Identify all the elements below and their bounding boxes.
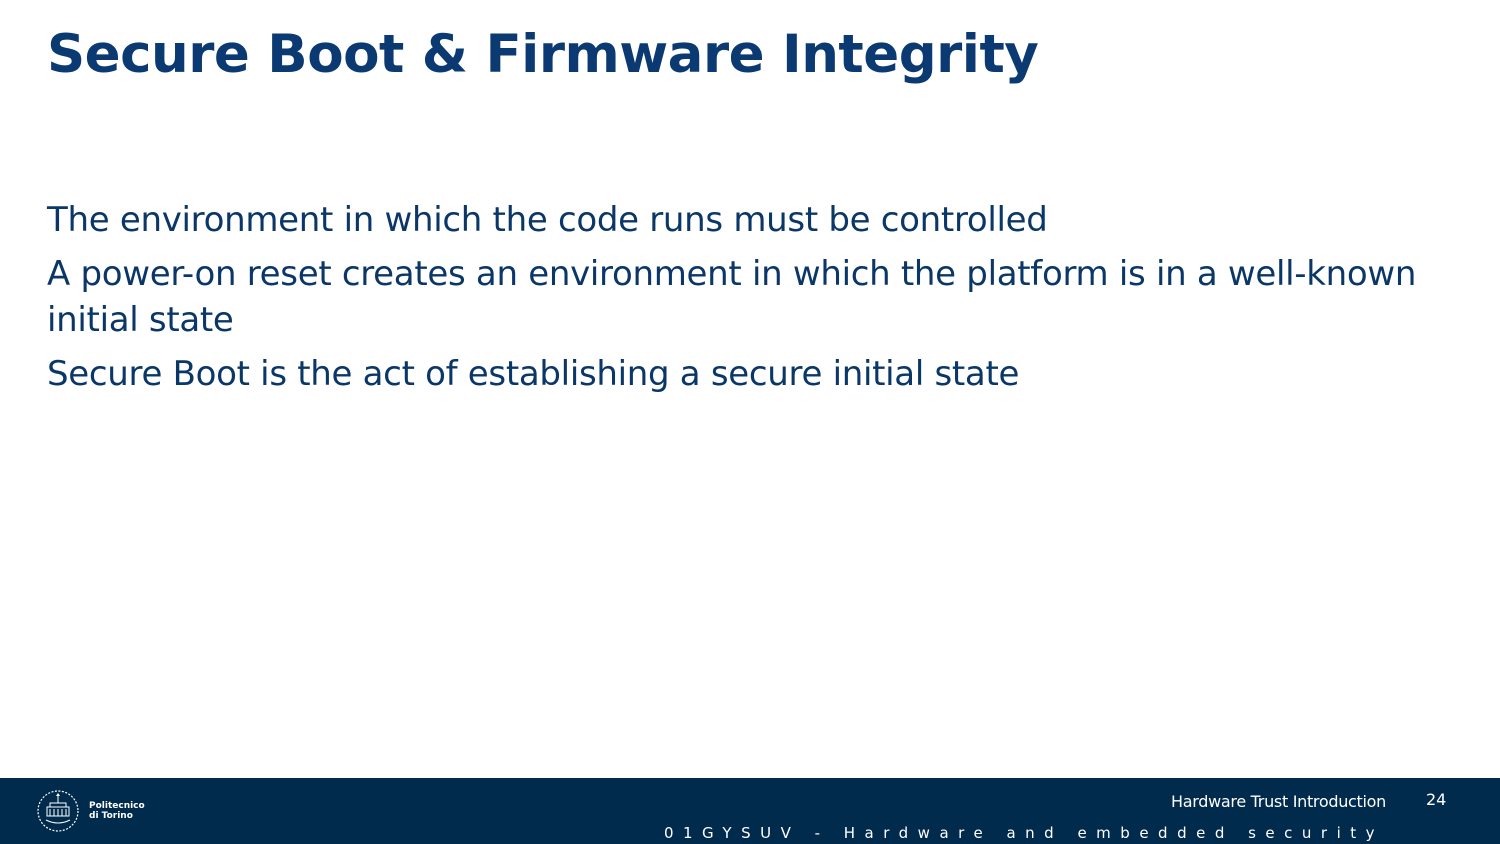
- footer-bar: Politecnico di Torino Hardware Trust Int…: [0, 778, 1500, 844]
- page-number: 24: [1426, 790, 1447, 809]
- footer-topic: Hardware Trust Introduction: [1171, 792, 1386, 811]
- politecnico-torino-seal-icon: [37, 790, 79, 832]
- bullet-item: The environment in which the code runs m…: [47, 200, 1048, 240]
- bullet-item: Secure Boot is the act of establishing a…: [47, 354, 1020, 394]
- bullet-item: A power-on reset creates an environment …: [47, 254, 1417, 340]
- logo-wordmark: Politecnico di Torino: [89, 801, 145, 821]
- logo-line: Politecnico: [89, 801, 145, 811]
- university-logo: Politecnico di Torino: [34, 787, 154, 835]
- bullet-list: The environment in which the code runs m…: [47, 197, 1447, 405]
- logo-line: di Torino: [89, 811, 133, 821]
- course-title: 01GYSUV - Hardware and embedded security: [663, 824, 1384, 842]
- slide-title: Secure Boot & Firmware Integrity: [47, 24, 1039, 85]
